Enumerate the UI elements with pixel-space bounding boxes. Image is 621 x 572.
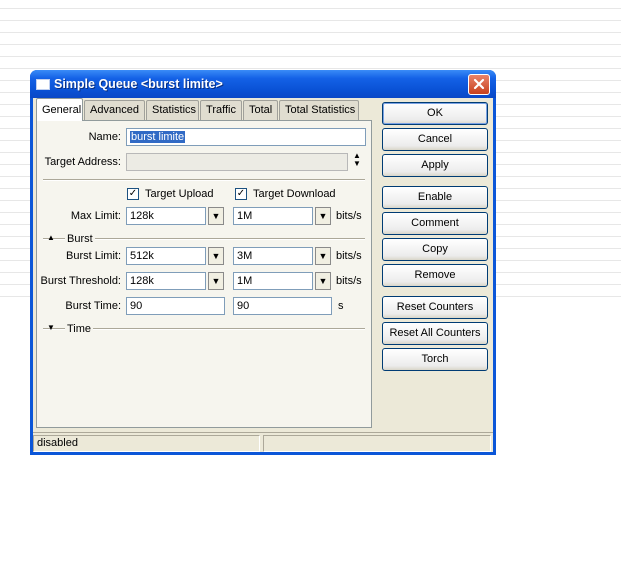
name-value: burst limite: [130, 131, 186, 143]
general-tab-panel: Name: burst limite Target Address: ▲ ▼ ✓…: [36, 120, 372, 428]
background-line: [0, 20, 621, 21]
max-limit-upload-input[interactable]: 128k: [126, 207, 206, 225]
target-address-label: Target Address:: [44, 156, 121, 168]
background-line: [0, 68, 621, 69]
status-bar: disabled: [33, 432, 493, 452]
reset-all-counters-button[interactable]: Reset All Counters: [382, 322, 488, 345]
max-limit-download-input[interactable]: 1M: [233, 207, 313, 225]
time-expand-icon[interactable]: ▼: [45, 323, 57, 333]
burst-threshold-label: Burst Threshold:: [40, 275, 121, 287]
burst-limit-upload-dropdown[interactable]: ▼: [208, 247, 224, 265]
remove-button[interactable]: Remove: [382, 264, 488, 287]
burst-collapse-icon[interactable]: ▲: [45, 233, 57, 243]
max-limit-download-dropdown[interactable]: ▼: [315, 207, 331, 225]
ok-button[interactable]: OK: [382, 102, 488, 125]
separator: [43, 179, 365, 181]
max-limit-label: Max Limit:: [70, 210, 121, 222]
burst-limit-upload-input[interactable]: 512k: [126, 247, 206, 265]
target-address-input[interactable]: [126, 153, 348, 171]
max-limit-unit: bits/s: [336, 210, 362, 222]
target-upload-checkbox[interactable]: ✓: [127, 188, 139, 200]
burst-limit-download-dropdown[interactable]: ▼: [315, 247, 331, 265]
window-title: Simple Queue <burst limite>: [54, 77, 223, 91]
comment-button[interactable]: Comment: [382, 212, 488, 235]
close-icon: [473, 78, 485, 90]
title-bar[interactable]: Simple Queue <burst limite>: [30, 70, 496, 98]
tab-traffic[interactable]: Traffic: [200, 100, 242, 120]
burst-threshold-upload-input[interactable]: 128k: [126, 272, 206, 290]
background-line: [0, 8, 621, 9]
dialog-body: General Advanced Statistics Traffic Tota…: [33, 98, 493, 452]
status-text: disabled: [33, 435, 260, 452]
torch-button[interactable]: Torch: [382, 348, 488, 371]
burst-limit-unit: bits/s: [336, 250, 362, 262]
enable-button[interactable]: Enable: [382, 186, 488, 209]
burst-time-unit: s: [338, 300, 344, 312]
spin-down-icon: ▼: [353, 159, 361, 168]
burst-time-upload-input[interactable]: 90: [126, 297, 225, 315]
background-line: [0, 56, 621, 57]
burst-limit-download-input[interactable]: 3M: [233, 247, 313, 265]
max-limit-upload-dropdown[interactable]: ▼: [208, 207, 224, 225]
burst-time-download-input[interactable]: 90: [233, 297, 332, 315]
burst-time-label: Burst Time:: [65, 300, 121, 312]
burst-threshold-unit: bits/s: [336, 275, 362, 287]
target-address-spinner[interactable]: ▲ ▼: [351, 152, 363, 172]
window-icon: [36, 79, 50, 90]
tab-statistics[interactable]: Statistics: [146, 100, 199, 120]
tab-advanced[interactable]: Advanced: [84, 100, 145, 120]
background-line: [0, 44, 621, 45]
burst-threshold-download-input[interactable]: 1M: [233, 272, 313, 290]
burst-threshold-download-dropdown[interactable]: ▼: [315, 272, 331, 290]
tab-general[interactable]: General: [36, 98, 83, 121]
burst-threshold-upload-dropdown[interactable]: ▼: [208, 272, 224, 290]
tab-total[interactable]: Total: [243, 100, 278, 120]
copy-button[interactable]: Copy: [382, 238, 488, 261]
reset-counters-button[interactable]: Reset Counters: [382, 296, 488, 319]
target-upload-label: Target Upload: [145, 188, 214, 200]
background-line: [0, 32, 621, 33]
apply-button[interactable]: Apply: [382, 154, 488, 177]
name-input[interactable]: burst limite: [126, 128, 366, 146]
cancel-button[interactable]: Cancel: [382, 128, 488, 151]
burst-section-title: Burst: [65, 232, 95, 246]
close-button[interactable]: [468, 74, 490, 95]
status-secondary: [263, 435, 491, 452]
target-download-label: Target Download: [253, 188, 336, 200]
simple-queue-dialog: Simple Queue <burst limite> General Adva…: [30, 70, 496, 455]
name-label: Name:: [88, 131, 121, 143]
tab-total-statistics[interactable]: Total Statistics: [279, 100, 359, 120]
time-section-title: Time: [65, 322, 94, 336]
target-download-checkbox[interactable]: ✓: [235, 188, 247, 200]
burst-limit-label: Burst Limit:: [65, 250, 121, 262]
